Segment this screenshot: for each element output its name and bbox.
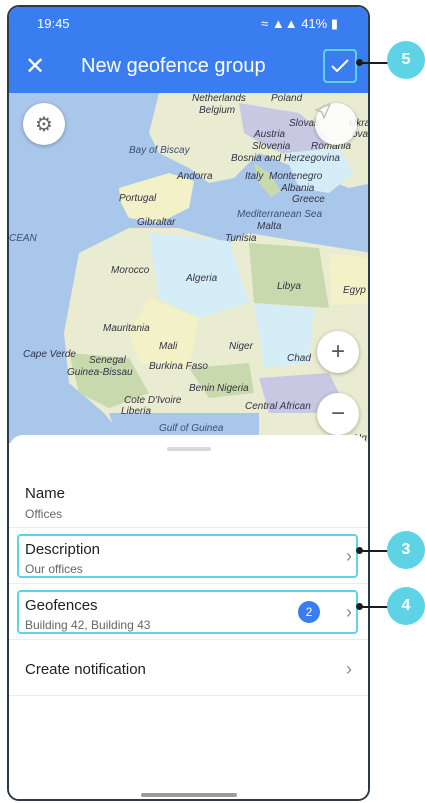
gear-icon: ⚙ (35, 113, 53, 136)
page-title: New geofence group (81, 55, 266, 77)
gesture-navigation-bar[interactable] (141, 793, 237, 797)
map-label: Montenegro (269, 171, 323, 182)
battery-level: 41% (301, 16, 328, 31)
map-label: Greece (292, 194, 325, 205)
name-row[interactable]: Name Offices (9, 475, 368, 527)
callout-line (360, 606, 388, 608)
map-label: Mauritania (103, 323, 150, 334)
map-label: CEAN (9, 233, 37, 244)
bottom-sheet: Name Offices Description Our offices › G… (9, 435, 368, 799)
callout-badge-3: 3 (387, 531, 425, 569)
map-label: Mediterranean Sea (237, 209, 323, 220)
map-label: Benin (189, 383, 215, 394)
map-label: Gibraltar (137, 217, 176, 228)
callout-badge-4: 4 (387, 587, 425, 625)
map-label: Guinea-Bissau (67, 367, 133, 378)
map-view[interactable]: Netherlands Belgium Poland Slovak Ukra A… (9, 93, 368, 443)
status-bar: 19:45 ≈ ▲▲ 41% ▮ (9, 7, 368, 41)
create-notification-label: Create notification (25, 661, 146, 678)
battery-icon: ▮ (330, 16, 338, 31)
map-label: Cote D'Ivoire (124, 395, 182, 406)
locate-button[interactable] (315, 103, 357, 145)
map-label: Morocco (111, 265, 150, 276)
chevron-right-icon: › (346, 659, 352, 679)
map-label: Portugal (119, 193, 157, 204)
description-highlight (17, 534, 358, 578)
map-label: Bay of Biscay (129, 145, 190, 156)
wifi-icon: ≈ (261, 16, 269, 31)
map-label: Liberia (121, 406, 152, 417)
sheet-drag-handle[interactable] (167, 447, 211, 451)
create-notification-row[interactable]: Create notification › (9, 639, 368, 695)
zoom-out-button[interactable]: − (317, 393, 359, 435)
map-land-egypt (329, 253, 368, 305)
map-label: Niger (229, 341, 253, 352)
map-label: Algeria (186, 273, 218, 284)
map-label: Poland (271, 93, 303, 104)
map-label: Central African (245, 401, 311, 412)
map-label: Austria (254, 129, 286, 140)
status-time: 19:45 (37, 16, 70, 31)
navigation-arrow-icon (315, 103, 331, 119)
map-label: Netherlands (192, 93, 246, 104)
map-land-libya (249, 243, 329, 308)
map-label: Senegal (89, 355, 126, 366)
map-label: Tunisia (225, 233, 257, 244)
map-label: Bosnia and Herzegovina (231, 153, 340, 164)
close-icon[interactable]: ✕ (25, 53, 45, 81)
minus-icon: − (330, 400, 345, 427)
map-label: Libya (277, 281, 301, 292)
map-label: Egyp (343, 285, 366, 296)
map-label: Burkina Faso (149, 361, 208, 372)
map-label: Albania (281, 183, 315, 194)
map-label: Italy (245, 171, 264, 182)
map-label: Gulf of Guinea (159, 423, 224, 434)
phone-screen: 19:45 ≈ ▲▲ 41% ▮ ✕ New geofence group Ne… (7, 5, 370, 801)
confirm-button[interactable] (323, 49, 357, 83)
callout-badge-5: 5 (387, 41, 425, 79)
app-bar: ✕ New geofence group (9, 41, 368, 93)
callout-line (360, 550, 388, 552)
callout-line (360, 62, 388, 64)
map-label: Andorra (177, 171, 213, 182)
plus-icon: + (330, 338, 345, 365)
check-icon (331, 59, 349, 73)
map-label: Slovenia (252, 141, 291, 152)
geofences-highlight (17, 590, 358, 634)
map-label: Malta (257, 221, 282, 232)
map-label: Nigeria (217, 383, 249, 394)
map-label: Chad (287, 353, 311, 364)
status-icons: ≈ ▲▲ 41% ▮ (261, 16, 338, 32)
name-label: Name (25, 485, 66, 502)
name-value: Offices (25, 507, 63, 521)
signal-icon: ▲▲ (271, 16, 298, 31)
map-settings-button[interactable]: ⚙ (23, 103, 65, 145)
map-label: Mali (159, 341, 178, 352)
zoom-in-button[interactable]: + (317, 331, 359, 373)
map-label: Belgium (199, 105, 236, 116)
divider (9, 695, 368, 696)
map-label: Cape Verde (23, 349, 76, 360)
